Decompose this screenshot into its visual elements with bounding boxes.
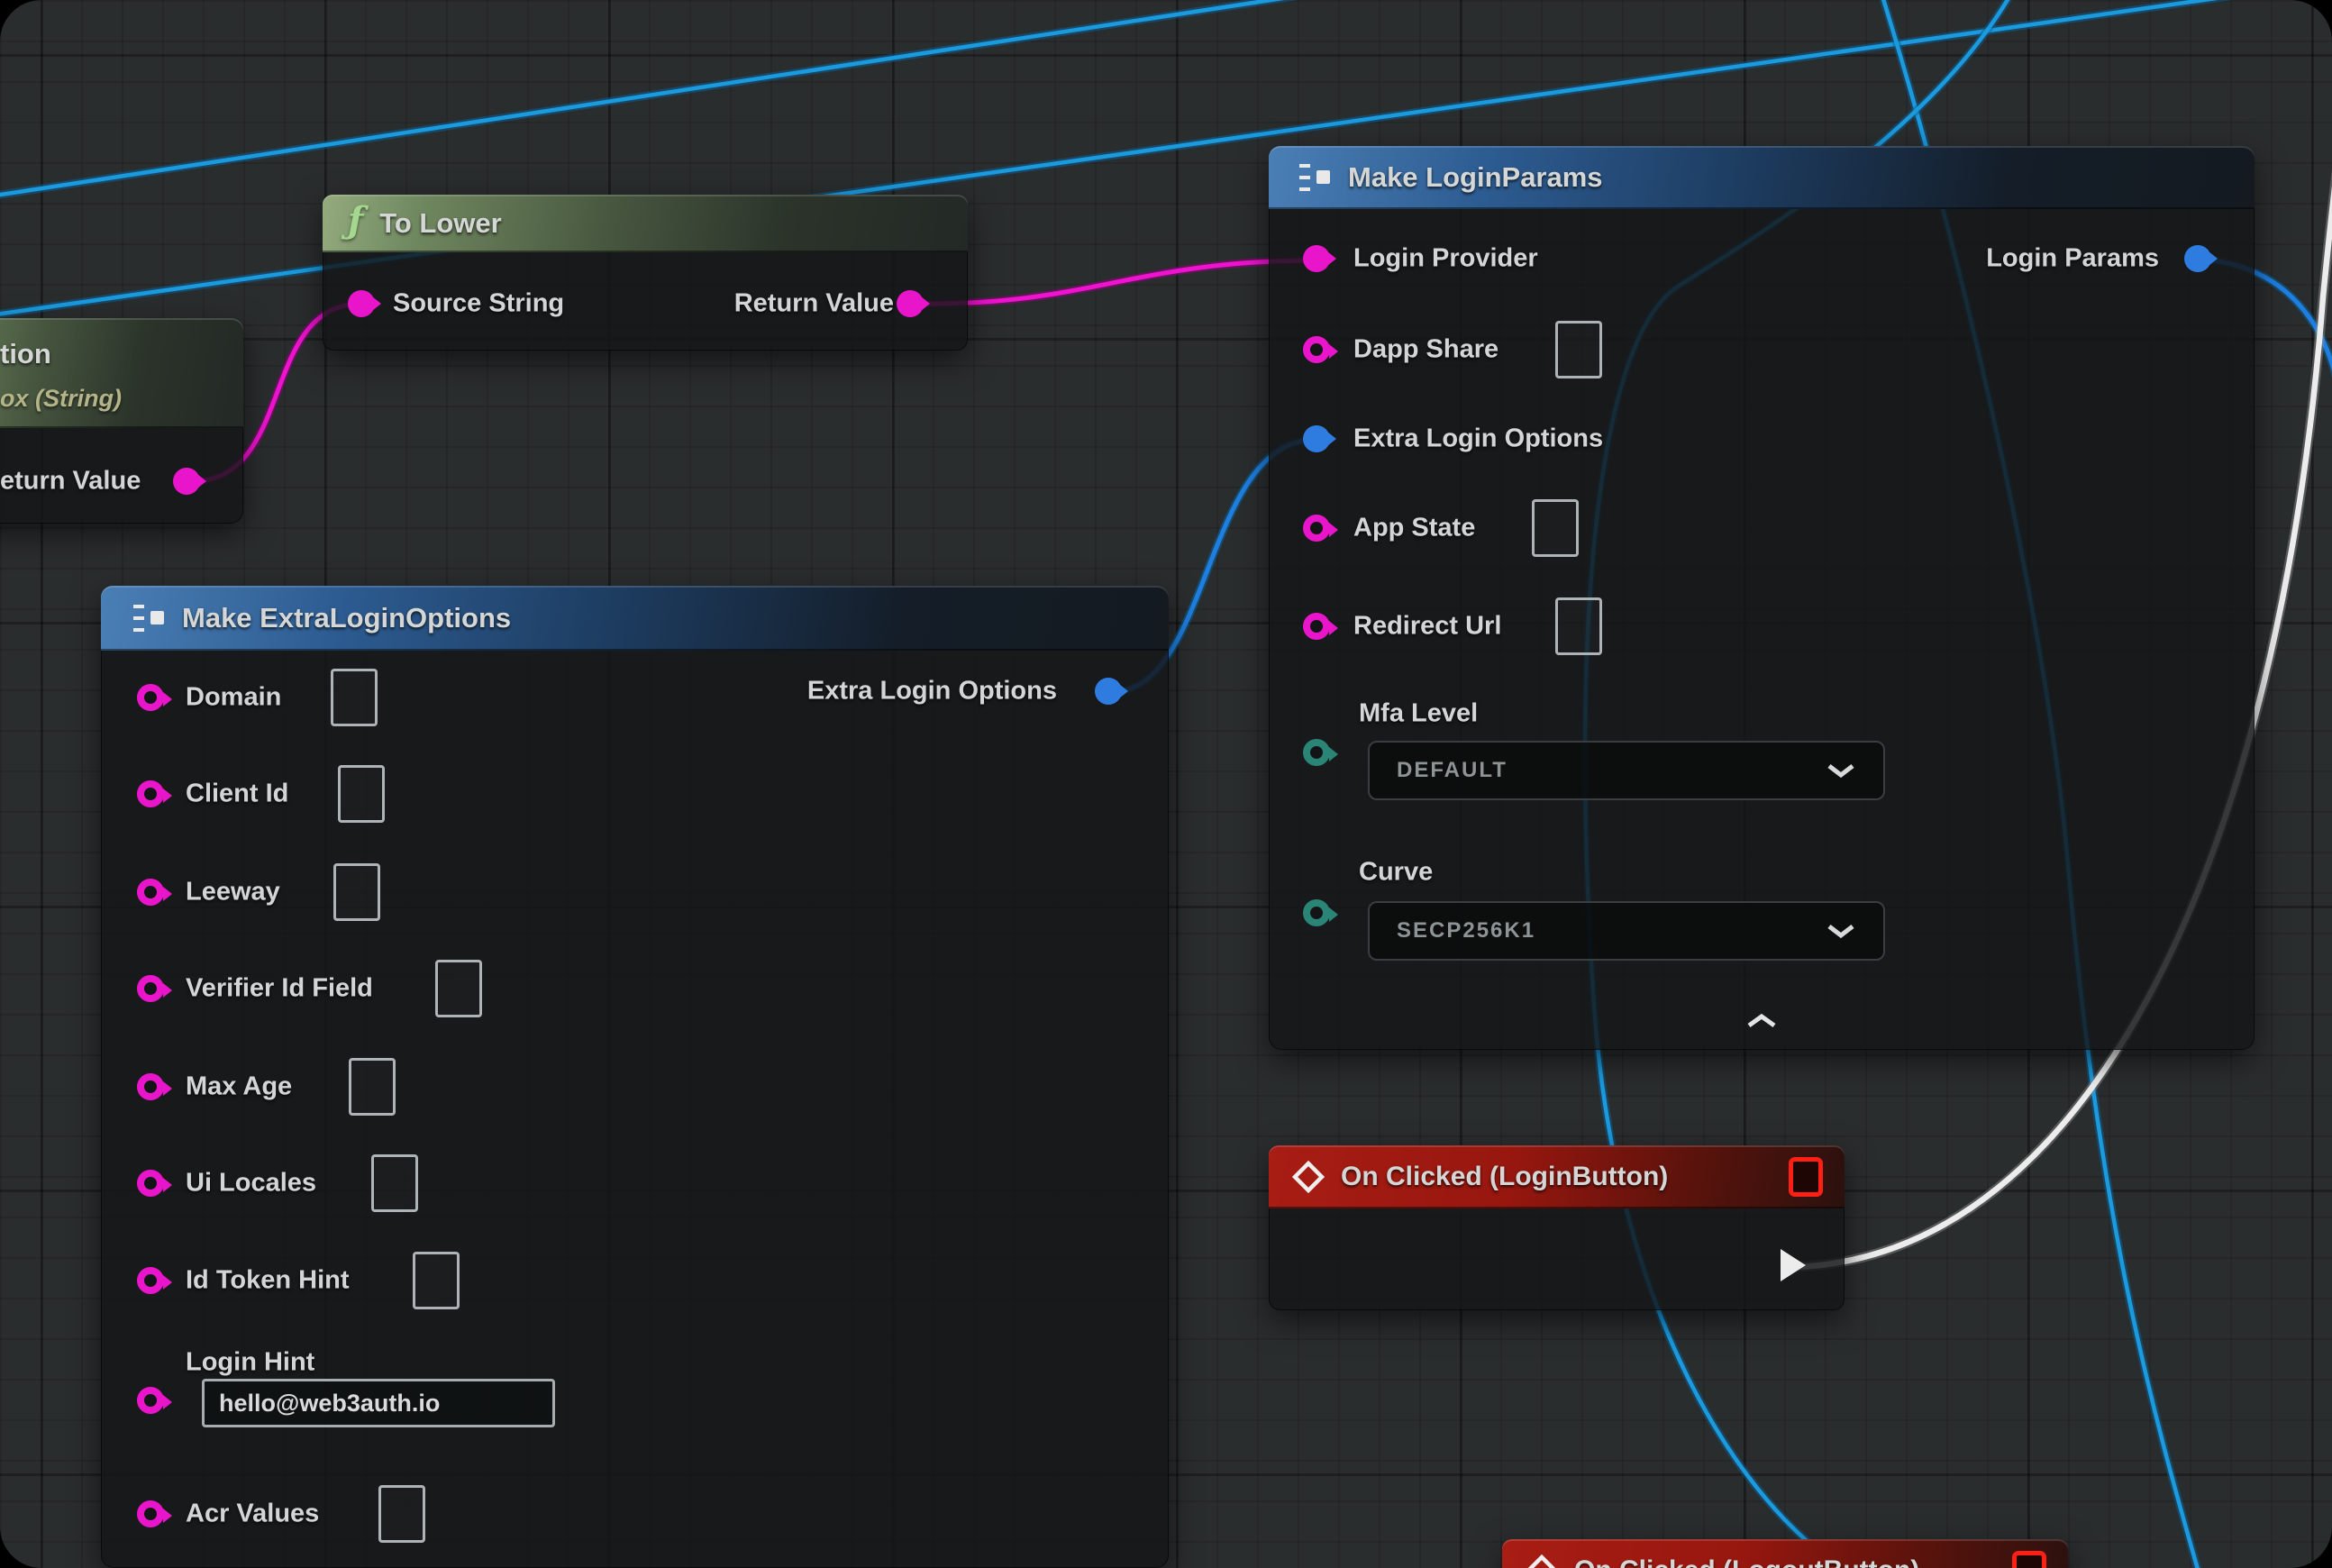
curve-dropdown[interactable]: SECP256K1 [1368, 901, 1885, 961]
pin-label-return-value: Return Value [734, 289, 894, 319]
node-to-lower-header[interactable]: ƒ To Lower [323, 195, 968, 252]
pin-label-acr-values: Acr Values [186, 1500, 319, 1529]
pin-login-provider[interactable] [1303, 245, 1330, 272]
app-state-value-box[interactable] [1532, 499, 1579, 557]
node-make-extraloginoptions-title: Make ExtraLoginOptions [182, 602, 511, 634]
node-to-lower[interactable]: ƒ To Lower Source String Return Value [323, 195, 968, 351]
pin-label-login-hint: Login Hint [186, 1348, 314, 1378]
node-onclicked-loginbutton-title: On Clicked (LoginButton) [1341, 1162, 1668, 1192]
pin-return-value-partial[interactable] [173, 468, 200, 495]
pin-extra-login-options-out[interactable] [1095, 678, 1122, 705]
node-onclicked-loginbutton[interactable]: On Clicked (LoginButton) [1269, 1145, 1845, 1310]
pin-label-redirect-url: Redirect Url [1353, 612, 1501, 642]
node-onclicked-logoutbutton-header[interactable]: On Clicked (LogoutButton) [1502, 1539, 2068, 1568]
pin-client-id[interactable] [137, 780, 164, 807]
mfa-level-dropdown[interactable]: DEFAULT [1368, 741, 1885, 800]
login-hint-input[interactable] [202, 1379, 555, 1427]
node-title-fragment: tion [0, 338, 51, 370]
pin-label-login-params-out: Login Params [1986, 244, 2159, 274]
node-make-loginparams-title: Make LoginParams [1348, 161, 1603, 194]
event-binding-icon[interactable] [1789, 1157, 1823, 1197]
redirect-url-value-box[interactable] [1555, 597, 1602, 655]
pin-label-client-id: Client Id [186, 779, 288, 809]
pin-label-source-string: Source String [393, 289, 564, 319]
event-binding-icon[interactable] [2012, 1551, 2046, 1568]
pin-acr-values[interactable] [137, 1500, 164, 1527]
pin-label-return-value-partial: eturn Value [0, 467, 141, 497]
pin-domain[interactable] [137, 684, 164, 711]
client-id-value-box[interactable] [338, 765, 385, 823]
pin-source-string[interactable] [348, 290, 375, 317]
node-onclicked-logoutbutton-title: On Clicked (LogoutButton) [1574, 1555, 1919, 1568]
domain-value-box[interactable] [331, 669, 378, 726]
pin-label-login-provider: Login Provider [1353, 244, 1538, 274]
wire-blue-diagonal-top [0, 0, 1377, 196]
graph-canvas[interactable]: tion ox (String) eturn Value ƒ To Lower … [0, 0, 2332, 1568]
acr-values-value-box[interactable] [378, 1485, 425, 1543]
pin-login-params-out[interactable] [2184, 245, 2211, 272]
pin-redirect-url[interactable] [1303, 613, 1330, 640]
pin-label-app-state: App State [1353, 514, 1475, 543]
pin-return-value[interactable] [897, 290, 924, 317]
pin-label-dapp-share: Dapp Share [1353, 335, 1498, 365]
pin-max-age[interactable] [137, 1073, 164, 1100]
node-make-extraloginoptions[interactable]: Make ExtraLoginOptions Extra Login Optio… [101, 586, 1169, 1568]
ui-locales-value-box[interactable] [371, 1154, 418, 1212]
dapp-share-value-box[interactable] [1555, 321, 1602, 378]
pin-app-state[interactable] [1303, 515, 1330, 542]
event-diamond-icon [1526, 1554, 1558, 1568]
wire-magenta-tolower-to-loginprovider [914, 260, 1317, 304]
mfa-level-value: DEFAULT [1397, 758, 1508, 783]
pin-label-extra-login-options-in: Extra Login Options [1353, 424, 1603, 454]
node-onclicked-logoutbutton[interactable]: On Clicked (LogoutButton) [1502, 1539, 2068, 1568]
pin-curve[interactable] [1303, 899, 1330, 926]
max-age-value-box[interactable] [349, 1058, 396, 1116]
pin-id-token-hint[interactable] [137, 1267, 164, 1294]
node-make-loginparams[interactable]: Make LoginParams Login Provider Login Pa… [1269, 146, 2255, 1050]
pin-login-hint[interactable] [137, 1387, 164, 1414]
node-onclicked-loginbutton-header[interactable]: On Clicked (LoginButton) [1269, 1145, 1845, 1208]
node-make-loginparams-header[interactable]: Make LoginParams [1269, 146, 2255, 209]
node-partial-function[interactable]: tion ox (String) eturn Value [0, 318, 243, 524]
pin-mfa-level[interactable] [1303, 739, 1330, 766]
exec-pin-out[interactable] [1780, 1248, 1807, 1282]
pin-leeway[interactable] [137, 879, 164, 906]
pin-label-mfa-level: Mfa Level [1359, 699, 1478, 729]
pin-dapp-share[interactable] [1303, 336, 1330, 363]
make-struct-icon [1294, 160, 1334, 195]
pin-label-domain: Domain [186, 683, 281, 713]
chevron-down-icon [1826, 761, 1856, 779]
node-to-lower-title: To Lower [379, 207, 501, 240]
curve-value: SECP256K1 [1397, 918, 1535, 944]
pin-extra-login-options-in[interactable] [1303, 425, 1330, 452]
pin-label-id-token-hint: Id Token Hint [186, 1266, 350, 1296]
function-icon: ƒ [348, 199, 363, 242]
pin-label-ui-locales: Ui Locales [186, 1169, 316, 1199]
pin-label-leeway: Leeway [186, 878, 280, 907]
pin-label-verifier-id-field: Verifier Id Field [186, 974, 373, 1004]
make-struct-icon [128, 601, 168, 635]
pin-verifier-id-field[interactable] [137, 975, 164, 1002]
pin-label-extra-login-options-out: Extra Login Options [807, 677, 1057, 707]
node-subtitle-fragment: ox (String) [0, 385, 122, 413]
event-diamond-icon [1292, 1161, 1325, 1193]
chevron-down-icon [1826, 922, 1856, 940]
verifier-id-field-value-box[interactable] [435, 960, 482, 1017]
node-make-extraloginoptions-header[interactable]: Make ExtraLoginOptions [101, 586, 1169, 651]
pin-label-curve: Curve [1359, 858, 1433, 888]
pin-ui-locales[interactable] [137, 1170, 164, 1197]
id-token-hint-value-box[interactable] [413, 1252, 460, 1309]
pin-label-max-age: Max Age [186, 1072, 292, 1102]
leeway-value-box[interactable] [333, 863, 380, 921]
collapse-chevron-icon[interactable] [1746, 1013, 1777, 1029]
